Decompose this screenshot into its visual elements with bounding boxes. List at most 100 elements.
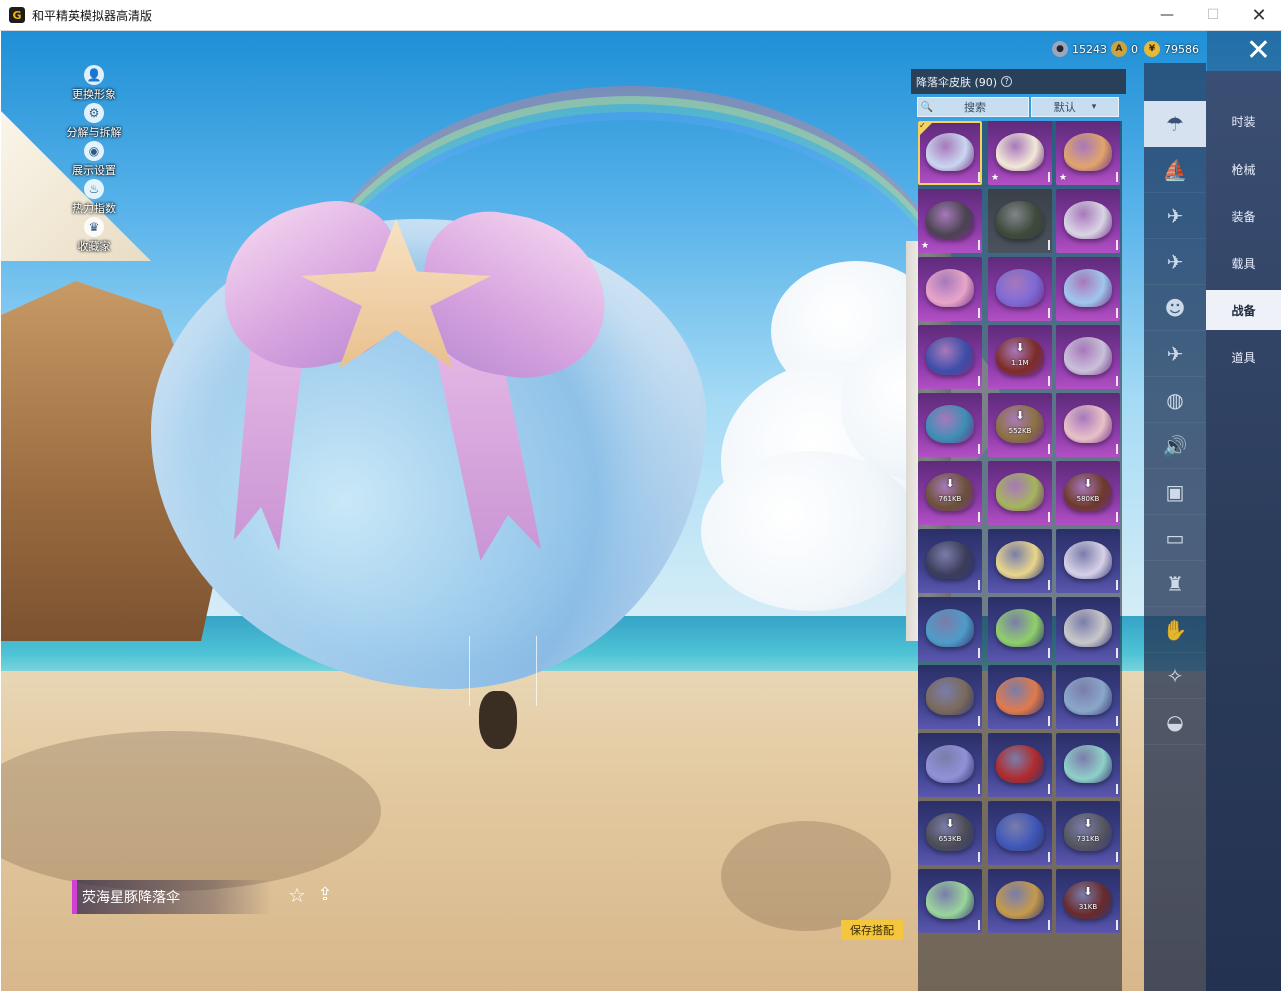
star-icon: ★ [1059,173,1068,183]
plane-icon: ✈ [1166,249,1184,274]
skin-cell[interactable] [988,529,1052,593]
sub-drone[interactable]: ✈ [1144,193,1206,239]
sub-parachute[interactable]: ☂ [1144,101,1206,147]
search-input[interactable]: 🔍 搜索 [917,97,1029,117]
skin-cell[interactable] [1056,257,1120,321]
skin-cell[interactable] [918,257,982,321]
spray-icon: ♜ [1166,571,1184,596]
skin-cell[interactable] [918,733,982,797]
owned-indicator [978,920,980,930]
skin-cell[interactable]: ⬇ 653KB [918,801,982,865]
skin-cell[interactable] [918,869,982,933]
sort-dropdown[interactable]: 默认 ▾ [1031,97,1119,117]
owned-indicator [978,172,980,182]
category-props[interactable]: 道具 [1206,337,1281,377]
skin-cell[interactable] [1056,393,1120,457]
category-vehicles[interactable]: 载具 [1206,243,1281,283]
skin-cell[interactable] [988,461,1052,525]
skin-cell[interactable] [918,529,982,593]
sub-boat[interactable]: ⛵ [1144,147,1206,193]
skin-cell[interactable] [918,325,982,389]
skin-cell[interactable]: ★ [988,121,1052,185]
title-bar: G 和平精英模拟器高清版 — ☐ ✕ [0,0,1282,31]
download-size: 552KB [1008,427,1032,435]
skin-cell[interactable] [918,393,982,457]
download-size: 653KB [938,835,962,843]
owned-indicator [1116,376,1118,386]
skin-cell[interactable]: ✓ [918,121,982,185]
skin-cell[interactable]: ⬇ 552KB [988,393,1052,457]
hud-label: 分解与拆解 [66,126,122,139]
player-character [479,691,517,749]
owned-indicator [1048,852,1050,862]
skin-cell[interactable]: ★ [1056,121,1120,185]
download-size: 761KB [938,495,962,503]
category-column: 时装 枪械 装备 载具 战备 道具 [1206,71,1281,991]
skin-cell[interactable] [918,597,982,661]
close-window-button[interactable]: ✕ [1236,0,1282,30]
skin-cell[interactable]: ⬇ 731KB [1056,801,1120,865]
hud-change-look[interactable]: 👤 更换形象 [59,65,129,102]
parachute-skin-thumbnail [1064,269,1112,307]
close-icon[interactable]: ✕ [1207,31,1281,71]
sub-plane[interactable]: ✈ [1144,239,1206,285]
app-icon: G [9,7,25,23]
hud-label: 收藏家 [77,240,111,253]
hud-display-settings[interactable]: ◉ 展示设置 [59,141,129,178]
minimize-button[interactable]: — [1144,0,1190,30]
skin-cell[interactable]: ⬇ 580KB [1056,461,1120,525]
category-fashion[interactable]: 时装 [1206,101,1281,141]
skin-cell[interactable]: ⬇ 1.1M [988,325,1052,389]
speaker-icon: 🔊 [1162,433,1188,458]
owned-indicator [978,512,980,522]
skin-cell[interactable]: ⬇ 31KB [1056,869,1120,933]
save-outfit-button[interactable]: 保存搭配 [841,920,903,940]
category-equipment[interactable]: 装备 [1206,196,1281,236]
hud-decompose[interactable]: ⚙ 分解与拆解 [59,103,129,140]
skin-cell[interactable] [1056,189,1120,253]
skin-cell[interactable] [988,597,1052,661]
help-icon[interactable]: ? [1001,76,1013,87]
category-battle-gear[interactable]: 战备 [1206,290,1281,330]
skin-cell[interactable] [988,257,1052,321]
star-icon: ★ [921,241,930,251]
currency-value: 79586 [1164,42,1199,56]
skin-cell[interactable] [1056,597,1120,661]
sub-landing[interactable]: ◒ [1144,699,1206,745]
sub-robot[interactable]: ▣ [1144,469,1206,515]
category-guns[interactable]: 枪械 [1206,149,1281,189]
hud-heat-index[interactable]: ♨ 热力指数 [59,179,129,216]
sub-spray[interactable]: ♜ [1144,561,1206,607]
window-title: 和平精英模拟器高清版 [32,8,153,23]
skin-cell[interactable] [1056,733,1120,797]
skin-cell[interactable]: ★ [918,189,982,253]
sub-photo[interactable]: ▭ [1144,515,1206,561]
sub-mask[interactable]: ☻ [1144,285,1206,331]
skin-cell[interactable]: ⬇ 761KB [918,461,982,525]
skin-cell[interactable] [988,869,1052,933]
skin-cell[interactable] [1056,325,1120,389]
skin-cell[interactable] [918,665,982,729]
skin-cell[interactable] [1056,529,1120,593]
owned-indicator [1116,920,1118,930]
gold-coin-icon: ¥ [1144,41,1160,57]
skin-cell[interactable] [988,665,1052,729]
favorite-star-icon[interactable]: ☆ [286,884,308,906]
sub-hand[interactable]: ✋ [1144,607,1206,653]
skin-cell[interactable] [1056,665,1120,729]
hud-collector[interactable]: ♛ 收藏家 [59,217,129,254]
owned-indicator [978,648,980,658]
sub-grenade[interactable]: ◍ [1144,377,1206,423]
skin-cell[interactable] [988,189,1052,253]
skin-cell[interactable] [988,733,1052,797]
share-icon[interactable]: ⇪ [314,884,336,906]
maximize-button[interactable]: ☐ [1190,0,1236,30]
parachute-skin-thumbnail [1064,337,1112,375]
sub-speaker[interactable]: 🔊 [1144,423,1206,469]
owned-indicator [1116,648,1118,658]
parachute-skin-thumbnail [996,473,1044,511]
sub-wand[interactable]: ✧ [1144,653,1206,699]
download-size: 580KB [1076,495,1100,503]
sub-glider[interactable]: ✈ [1144,331,1206,377]
skin-cell[interactable] [988,801,1052,865]
